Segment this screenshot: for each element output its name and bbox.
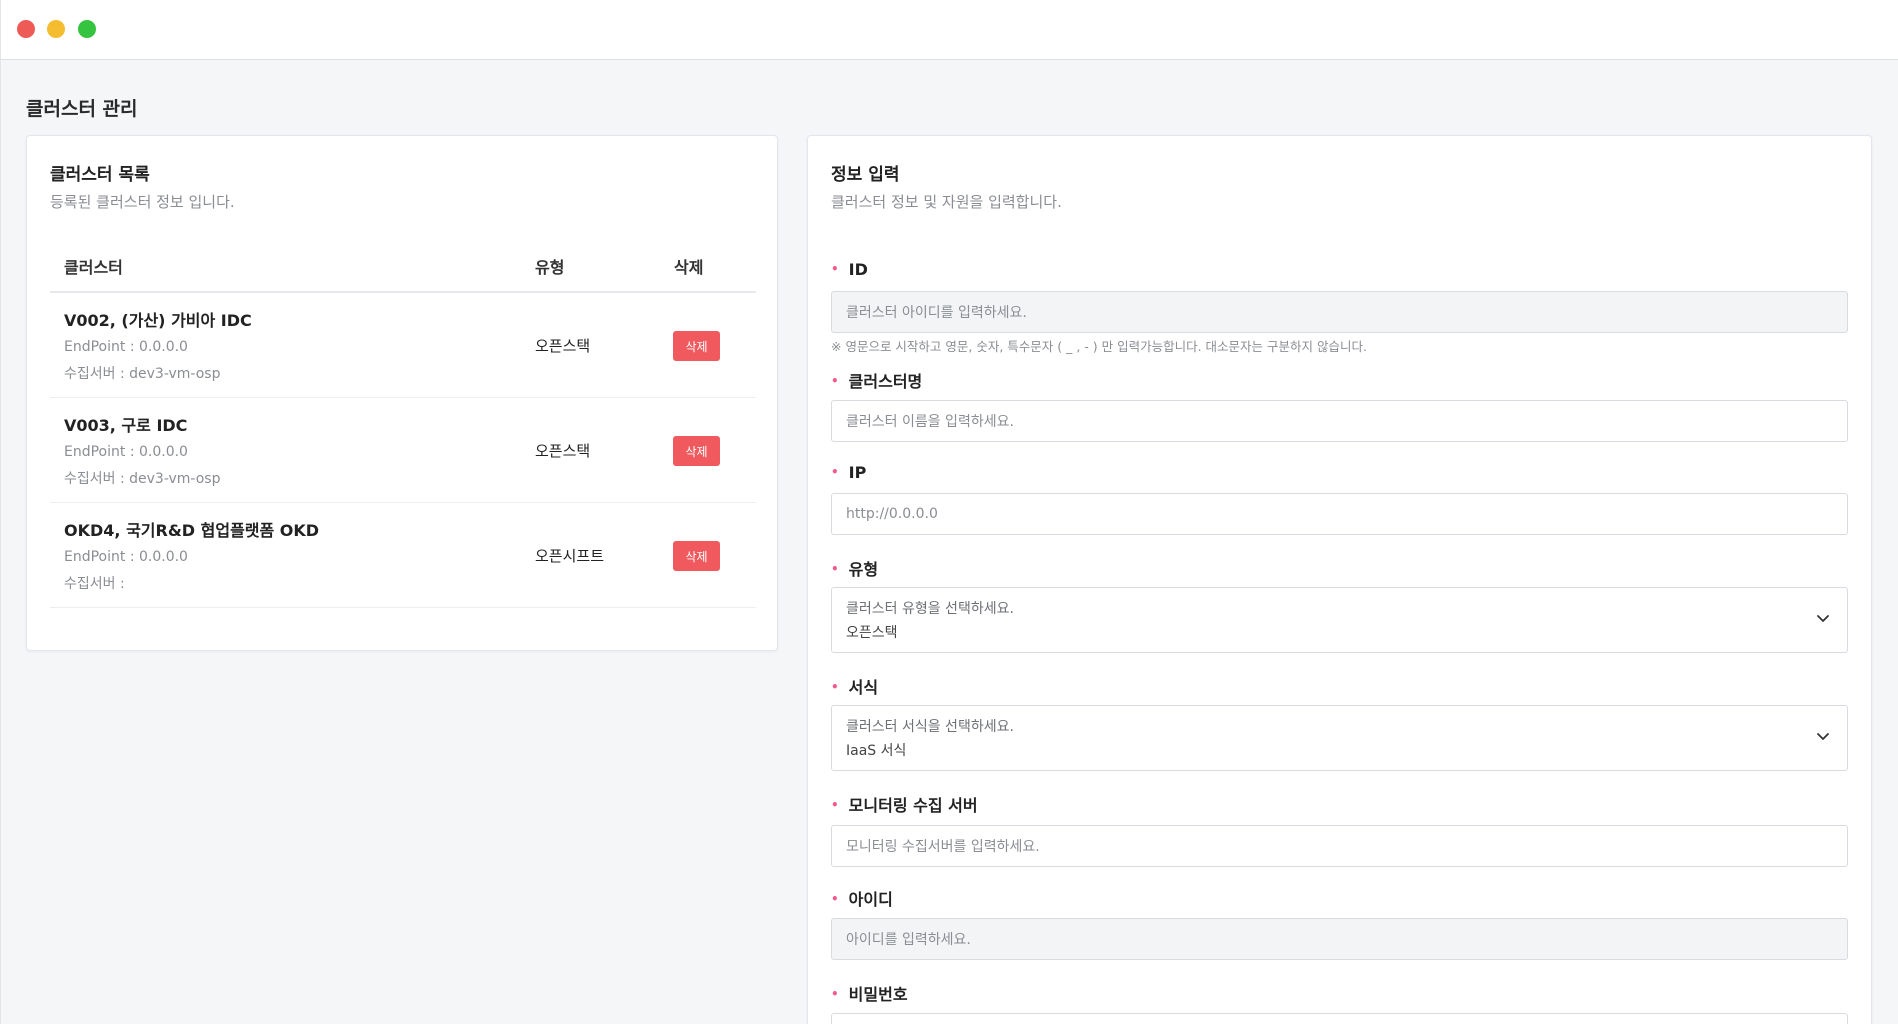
cluster-name: V003, 구로 IDC bbox=[64, 416, 188, 435]
type-select-value: 오픈스택 bbox=[846, 625, 898, 641]
chevron-down-icon bbox=[1817, 615, 1829, 622]
cluster-endpoint: EndPoint : 0.0.0.0 bbox=[64, 549, 188, 565]
type-label: • 유형 bbox=[831, 560, 879, 579]
delete-button[interactable]: 삭제 bbox=[673, 436, 720, 466]
table-row[interactable]: OKD4, 국기R&D 협업플랫폼 OKD EndPoint : 0.0.0.0… bbox=[50, 503, 756, 608]
user-id-input[interactable]: 아이디를 입력하세요. bbox=[831, 918, 1848, 960]
table-row[interactable]: V003, 구로 IDC EndPoint : 0.0.0.0 수집서버 : d… bbox=[50, 398, 756, 503]
format-select-value: IaaS 서식 bbox=[846, 743, 907, 759]
format-select-placeholder: 클러스터 서식을 선택하세요. bbox=[846, 719, 1014, 735]
cluster-endpoint: EndPoint : 0.0.0.0 bbox=[64, 444, 188, 460]
required-mark: • bbox=[831, 465, 839, 479]
cluster-list-card: 클러스터 목록 등록된 클러스터 정보 입니다. 클러스터 유형 삭제 V002… bbox=[26, 135, 778, 651]
cluster-name-label: • 클러스터명 bbox=[831, 372, 923, 391]
cluster-list-title: 클러스터 목록 bbox=[50, 165, 150, 185]
cluster-list-subtitle: 등록된 클러스터 정보 입니다. bbox=[50, 193, 235, 211]
monitoring-server-label: • 모니터링 수집 서버 bbox=[831, 796, 978, 815]
page-title: 클러스터 관리 bbox=[26, 98, 138, 120]
required-mark: • bbox=[831, 262, 839, 276]
format-label: • 서식 bbox=[831, 678, 879, 697]
id-label: • ID bbox=[831, 260, 868, 279]
title-bar bbox=[1, 0, 1898, 60]
column-header-type: 유형 bbox=[535, 258, 565, 277]
cluster-id-input[interactable]: 클러스터 아이디를 입력하세요. bbox=[831, 291, 1848, 333]
maximize-window-button[interactable] bbox=[78, 20, 96, 38]
cluster-name: OKD4, 국기R&D 협업플랫폼 OKD bbox=[64, 521, 320, 540]
cluster-type: 오픈스택 bbox=[535, 442, 591, 460]
required-mark: • bbox=[831, 680, 839, 694]
cluster-endpoint: EndPoint : 0.0.0.0 bbox=[64, 339, 188, 355]
required-mark: • bbox=[831, 562, 839, 576]
delete-button[interactable]: 삭제 bbox=[673, 541, 720, 571]
minimize-window-button[interactable] bbox=[47, 20, 65, 38]
cluster-name-input[interactable]: 클러스터 이름을 입력하세요. bbox=[831, 400, 1848, 442]
app-window: 클러스터 관리 클러스터 목록 등록된 클러스터 정보 입니다. 클러스터 유형… bbox=[0, 0, 1898, 1024]
column-header-cluster: 클러스터 bbox=[64, 258, 123, 277]
id-helper-text: ※ 영문으로 시작하고 영문, 숫자, 특수문자 ( _ , - ) 만 입력가… bbox=[831, 339, 1367, 354]
cluster-collect-server: 수집서버 : dev3-vm-osp bbox=[64, 366, 221, 382]
password-label: • 비밀번호 bbox=[831, 985, 908, 1004]
cluster-collect-server: 수집서버 : dev3-vm-osp bbox=[64, 471, 221, 487]
table-row[interactable]: V002, (가산) 가비아 IDC EndPoint : 0.0.0.0 수집… bbox=[50, 293, 756, 398]
type-select-placeholder: 클러스터 유형을 선택하세요. bbox=[846, 601, 1014, 617]
required-mark: • bbox=[831, 798, 839, 812]
required-mark: • bbox=[831, 892, 839, 906]
info-form-subtitle: 클러스터 정보 및 자원을 입력합니다. bbox=[831, 193, 1062, 211]
ip-label: • IP bbox=[831, 463, 867, 482]
cluster-type: 오픈스택 bbox=[535, 337, 591, 355]
chevron-down-icon bbox=[1817, 733, 1829, 740]
cluster-collect-server: 수집서버 : bbox=[64, 576, 125, 592]
info-form-title: 정보 입력 bbox=[831, 165, 900, 185]
ip-input[interactable]: http://0.0.0.0 bbox=[831, 493, 1848, 535]
cluster-format-select[interactable]: 클러스터 서식을 선택하세요. IaaS 서식 bbox=[831, 705, 1848, 771]
delete-button[interactable]: 삭제 bbox=[673, 331, 720, 361]
cluster-type: 오픈시프트 bbox=[535, 547, 605, 565]
cluster-name: V002, (가산) 가비아 IDC bbox=[64, 311, 252, 330]
close-window-button[interactable] bbox=[17, 20, 35, 38]
required-mark: • bbox=[831, 374, 839, 388]
monitoring-server-input[interactable]: 모니터링 수집서버를 입력하세요. bbox=[831, 825, 1848, 867]
cluster-type-select[interactable]: 클러스터 유형을 선택하세요. 오픈스택 bbox=[831, 587, 1848, 653]
password-input[interactable] bbox=[831, 1013, 1848, 1024]
required-mark: • bbox=[831, 987, 839, 1001]
user-id-label: • 아이디 bbox=[831, 890, 893, 909]
column-header-delete: 삭제 bbox=[674, 258, 704, 277]
info-form-card: 정보 입력 클러스터 정보 및 자원을 입력합니다. • ID 클러스터 아이디를… bbox=[807, 135, 1872, 1024]
